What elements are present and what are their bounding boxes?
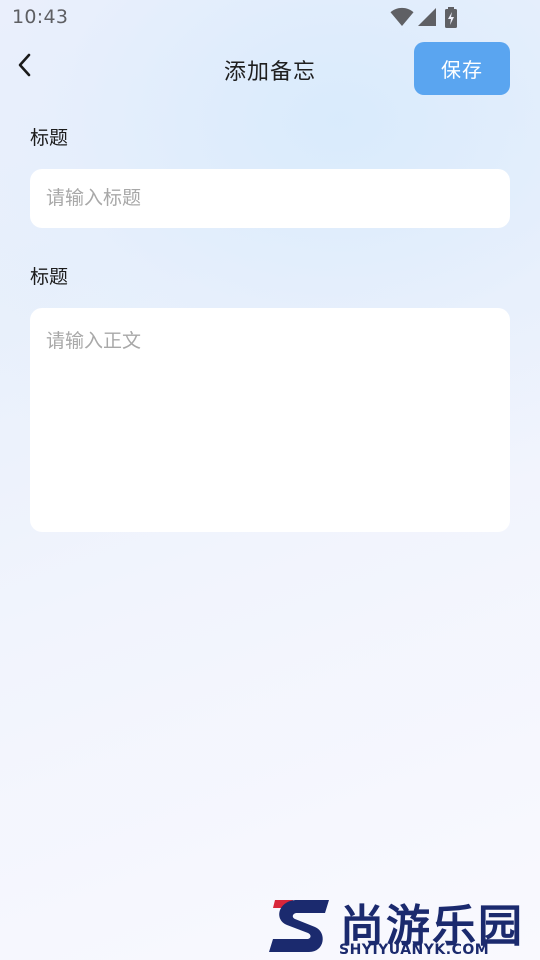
battery-charging-icon <box>445 7 457 28</box>
status-bar: 10:43 <box>0 0 540 36</box>
save-button[interactable]: 保存 <box>414 42 510 95</box>
body-field-label: 标题 <box>30 266 69 288</box>
top-bar: 添加备忘 保存 <box>0 40 540 98</box>
body-textarea-placeholder: 请输入正文 <box>46 330 142 352</box>
status-time: 10:43 <box>12 6 69 28</box>
title-input[interactable]: 请输入标题 <box>30 169 510 228</box>
watermark-logo-icon <box>269 900 329 952</box>
title-field-label: 标题 <box>30 127 69 149</box>
watermark: 尚游乐园 SHYIYUANYK.COM <box>259 890 540 960</box>
title-input-placeholder: 请输入标题 <box>46 187 142 209</box>
body-textarea[interactable]: 请输入正文 <box>30 308 510 532</box>
wifi-icon <box>390 7 414 26</box>
cellular-signal-icon <box>418 8 436 26</box>
watermark-url: SHYIYUANYK.COM <box>339 942 490 958</box>
